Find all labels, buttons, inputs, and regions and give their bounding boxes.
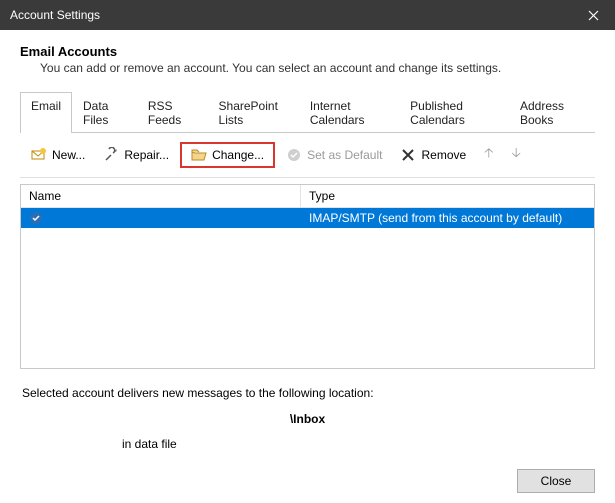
delivery-location: \Inbox — [22, 409, 593, 429]
row-type-value: IMAP/SMTP (send from this account by def… — [301, 208, 594, 228]
page-subtitle: You can add or remove an account. You ca… — [40, 61, 595, 75]
remove-button[interactable]: Remove — [393, 142, 473, 168]
move-down-button: 🡣 — [505, 139, 528, 171]
default-check-icon — [29, 211, 43, 225]
x-icon — [400, 147, 416, 163]
column-type[interactable]: Type — [301, 185, 594, 207]
footer-area: Selected account delivers new messages t… — [20, 383, 595, 454]
row-name-cell — [21, 208, 301, 228]
set-default-label: Set as Default — [307, 148, 382, 162]
new-label: New... — [52, 148, 85, 162]
window-title: Account Settings — [10, 8, 100, 22]
tab-strip: Email Data Files RSS Feeds SharePoint Li… — [20, 91, 595, 133]
tab-email[interactable]: Email — [20, 92, 72, 133]
titlebar: Account Settings — [0, 0, 615, 30]
table-row[interactable]: IMAP/SMTP (send from this account by def… — [21, 208, 594, 228]
tab-data-files[interactable]: Data Files — [72, 92, 137, 133]
page-title: Email Accounts — [20, 44, 595, 59]
arrow-up-icon: 🡡 — [484, 144, 493, 166]
tab-published-calendars[interactable]: Published Calendars — [399, 92, 509, 133]
arrow-down-icon: 🡣 — [512, 144, 521, 166]
tab-internet-calendars[interactable]: Internet Calendars — [299, 92, 399, 133]
dialog-footer: Close — [517, 469, 595, 493]
tab-rss-feeds[interactable]: RSS Feeds — [137, 92, 208, 133]
toolbar: New... Repair... Change... Set as Defaul… — [20, 133, 595, 178]
folder-open-icon — [191, 147, 207, 163]
change-label: Change... — [212, 148, 264, 162]
list-body: IMAP/SMTP (send from this account by def… — [21, 208, 594, 368]
check-circle-icon — [286, 147, 302, 163]
delivers-label: Selected account delivers new messages t… — [22, 383, 593, 403]
data-file-label: in data file — [122, 434, 593, 454]
column-name[interactable]: Name — [21, 185, 301, 207]
tab-sharepoint-lists[interactable]: SharePoint Lists — [208, 92, 299, 133]
repair-button[interactable]: Repair... — [96, 142, 176, 168]
close-button[interactable]: Close — [517, 469, 595, 493]
page-header: Email Accounts You can add or remove an … — [20, 44, 595, 75]
change-button[interactable]: Change... — [180, 142, 275, 168]
accounts-list: Name Type IMAP/SMTP (send from this acco… — [20, 184, 595, 369]
repair-label: Repair... — [124, 148, 169, 162]
mail-new-icon — [31, 147, 47, 163]
wrench-icon — [103, 147, 119, 163]
remove-label: Remove — [421, 148, 466, 162]
move-up-button: 🡡 — [477, 139, 500, 171]
tab-address-books[interactable]: Address Books — [509, 92, 595, 133]
new-button[interactable]: New... — [24, 142, 92, 168]
close-icon[interactable] — [571, 0, 615, 30]
set-default-button: Set as Default — [279, 142, 389, 168]
list-header: Name Type — [21, 185, 594, 208]
